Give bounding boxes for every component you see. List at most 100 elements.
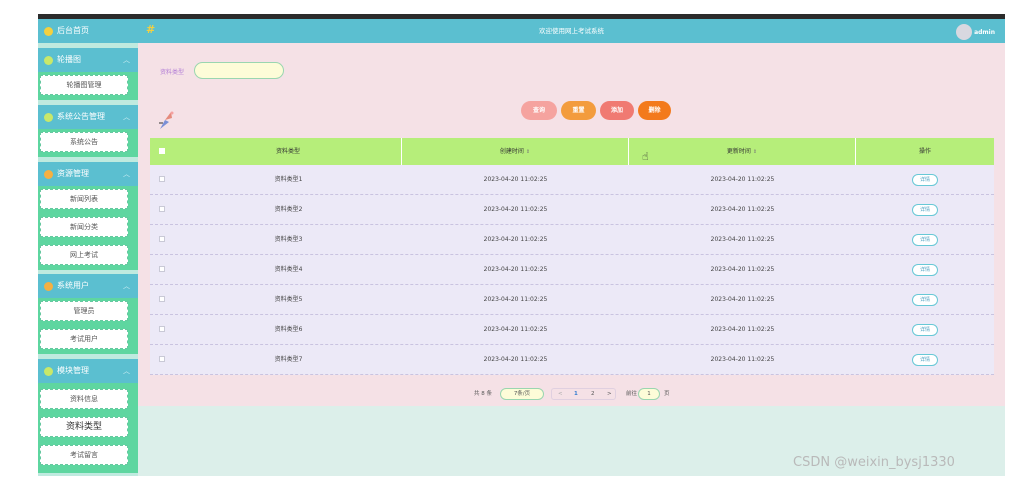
detail-button[interactable]: 详情	[912, 173, 938, 186]
row-checkbox[interactable]	[159, 236, 165, 242]
goto-page-input[interactable]: 1	[638, 388, 660, 400]
detail-button[interactable]: 详情	[912, 233, 938, 246]
filter-label: 资料类型	[160, 69, 185, 76]
cell-actions: 详情	[856, 165, 994, 195]
sidebar-submenu: 轮播图管理	[38, 72, 138, 100]
row-checkbox[interactable]	[159, 356, 165, 362]
table-body: 资料类型1 2023-04-20 11:02:25 2023-04-20 11:02…	[150, 165, 994, 375]
cell-created: 2023-04-20 11:02:25	[483, 236, 548, 243]
sidebar-group-resource[interactable]: 资源管理 ︿	[38, 162, 138, 186]
cell-type: 资料类型5	[274, 296, 303, 303]
sidebar-group-carousel[interactable]: 轮播图 ︿	[38, 48, 138, 72]
cell-actions: 详情	[856, 195, 994, 225]
cell-type: 资料类型4	[274, 266, 303, 273]
cell-created: 2023-04-20 11:02:25	[483, 356, 548, 363]
cell-actions: 详情	[856, 315, 994, 345]
sidebar-item-exam-messages[interactable]: 考试留言	[40, 445, 128, 465]
cell-actions: 详情	[856, 255, 994, 285]
site-title: 欢迎使用网上考试系统	[539, 27, 604, 35]
app-window: 后台首页 轮播图 ︿ 轮播图管理 系统公告管理 ︿ 系统公告 资源管理 ︿ 新闻…	[38, 14, 1005, 476]
cell-type: 资料类型1	[274, 176, 303, 183]
sidebar-group-label: 模块管理	[57, 366, 89, 375]
home-icon	[44, 26, 53, 36]
column-header-created[interactable]: 创建时间 ⇕	[402, 138, 629, 165]
cell-created: 2023-04-20 11:02:25	[483, 326, 548, 333]
prev-page-button[interactable]: <	[558, 387, 563, 401]
select-all-checkbox[interactable]	[159, 148, 165, 154]
cell-created: 2023-04-20 11:02:25	[483, 266, 548, 273]
row-checkbox[interactable]	[159, 206, 165, 212]
sidebar-item-news-list[interactable]: 新闻列表	[40, 189, 128, 209]
avatar[interactable]	[956, 24, 972, 40]
sidebar-submenu: 系统公告	[38, 129, 138, 157]
cell-created: 2023-04-20 11:02:25	[483, 206, 548, 213]
search-button[interactable]: 查询	[521, 101, 557, 120]
sidebar-item-notice[interactable]: 系统公告	[40, 132, 128, 152]
watermark: CSDN @weixin_bysj1330	[793, 455, 955, 470]
pagination: 共 8 条 7条/页 < 1 2 > 前往 1 页	[138, 387, 1005, 401]
table-row: 资料类型4 2023-04-20 11:02:25 2023-04-20 11:02…	[150, 255, 994, 285]
sidebar-item-online-exam[interactable]: 网上考试	[40, 245, 128, 265]
total-count: 共 8 条	[474, 391, 492, 397]
sidebar-group-label: 资源管理	[57, 169, 89, 178]
page-1-button[interactable]: 1	[574, 387, 578, 401]
row-checkbox[interactable]	[159, 326, 165, 332]
sidebar-group-modules[interactable]: 模块管理 ︿	[38, 359, 138, 383]
cell-created: 2023-04-20 11:02:25	[483, 176, 548, 183]
next-page-button[interactable]: >	[607, 387, 612, 401]
reset-button[interactable]: 重置	[561, 101, 596, 120]
detail-button[interactable]: 详情	[912, 293, 938, 306]
column-header-type: 资料类型	[175, 138, 402, 165]
page-2-button[interactable]: 2	[591, 387, 595, 401]
table-row: 资料类型3 2023-04-20 11:02:25 2023-04-20 11:02…	[150, 225, 994, 255]
notice-icon	[44, 112, 53, 122]
cell-type: 资料类型7	[274, 356, 303, 363]
table-row: 资料类型6 2023-04-20 11:02:25 2023-04-20 11:02…	[150, 315, 994, 345]
detail-button[interactable]: 详情	[912, 323, 938, 336]
sidebar-home-label: 后台首页	[57, 26, 89, 35]
chevron-up-icon: ︿	[123, 56, 130, 64]
row-checkbox[interactable]	[159, 296, 165, 302]
delete-button[interactable]: 删除	[638, 101, 671, 120]
cell-actions: 详情	[856, 345, 994, 375]
sidebar-item-admins[interactable]: 管理员	[40, 301, 128, 321]
sidebar-item-material-info[interactable]: 资料信息	[40, 389, 128, 409]
cell-updated: 2023-04-20 11:02:25	[710, 236, 775, 243]
rocket-icon	[159, 111, 174, 129]
sidebar-home[interactable]: 后台首页	[38, 19, 138, 43]
carousel-icon	[44, 55, 53, 65]
top-header: # 欢迎使用网上考试系统 admin	[138, 19, 1005, 43]
goto-label: 前往	[626, 391, 638, 397]
row-checkbox[interactable]	[159, 266, 165, 272]
detail-button[interactable]: 详情	[912, 203, 938, 216]
sidebar-group-notice[interactable]: 系统公告管理 ︿	[38, 105, 138, 129]
sidebar-item-carousel-manage[interactable]: 轮播图管理	[40, 75, 128, 95]
module-icon	[44, 366, 53, 376]
column-header-updated[interactable]: 更新时间 ⇕	[629, 138, 856, 165]
sidebar-item-news-category[interactable]: 新闻分类	[40, 217, 128, 237]
cell-updated: 2023-04-20 11:02:25	[710, 326, 775, 333]
sidebar-group-users[interactable]: 系统用户 ︿	[38, 274, 138, 298]
sidebar-item-material-type[interactable]: 资料类型	[40, 417, 128, 437]
cell-created: 2023-04-20 11:02:25	[483, 296, 548, 303]
sidebar-submenu: 管理员 考试用户	[38, 298, 138, 354]
page-size-select[interactable]: 7条/页	[500, 388, 544, 400]
admin-name[interactable]: admin	[974, 19, 995, 46]
cell-actions: 详情	[856, 285, 994, 315]
sort-icon: ⇕	[525, 149, 531, 155]
cell-updated: 2023-04-20 11:02:25	[710, 356, 775, 363]
table-row: 资料类型2 2023-04-20 11:02:25 2023-04-20 11:02…	[150, 195, 994, 225]
sidebar-submenu: 新闻列表 新闻分类 网上考试	[38, 186, 138, 270]
detail-button[interactable]: 详情	[912, 263, 938, 276]
material-type-input[interactable]	[194, 62, 284, 79]
row-checkbox[interactable]	[159, 176, 165, 182]
add-button[interactable]: 添加	[600, 101, 634, 120]
chevron-up-icon: ︿	[123, 367, 130, 375]
sidebar-group-label: 轮播图	[57, 55, 81, 64]
detail-button[interactable]: 详情	[912, 353, 938, 366]
chevron-up-icon: ︿	[123, 282, 130, 290]
sidebar-item-exam-users[interactable]: 考试用户	[40, 329, 128, 349]
main-content: 资料类型 查询 重置 添加 删除 资料类型 创建时间 ⇕ 更新时间 ⇕ 操作 资料类…	[138, 43, 1005, 406]
cell-actions: 详情	[856, 225, 994, 255]
sort-icon: ⇕	[752, 149, 758, 155]
